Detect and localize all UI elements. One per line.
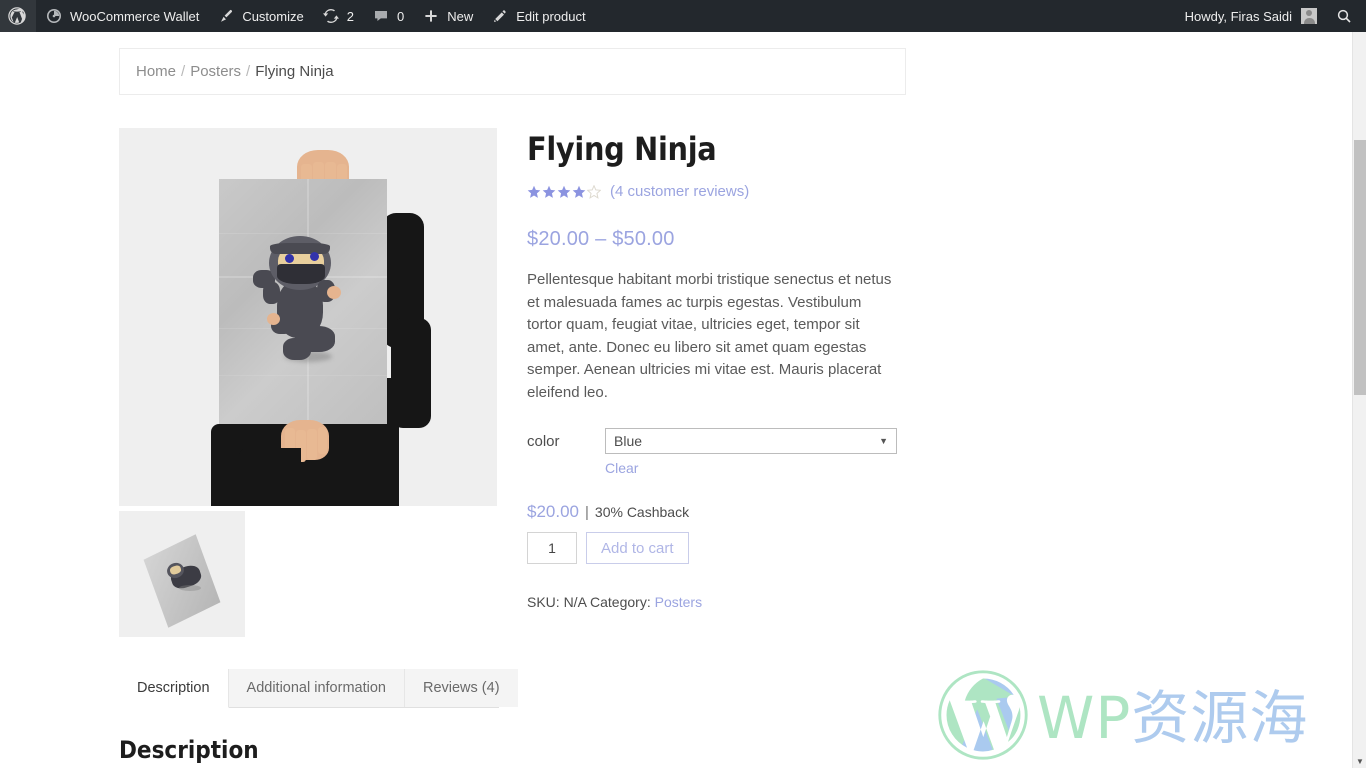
paintbrush-icon (217, 7, 235, 25)
admin-bar-item-comments[interactable]: 0 (363, 0, 413, 32)
update-arrows-icon (322, 7, 340, 25)
gauge-icon (45, 7, 63, 25)
admin-bar-label-customize: Customize (242, 8, 304, 24)
tab-additional-information[interactable]: Additional information (228, 669, 405, 707)
admin-bar-my-account[interactable]: Howdy, Firas Saidi (1176, 0, 1326, 32)
admin-bar-item-edit-product[interactable]: Edit product (482, 0, 594, 32)
product-thumbnails (119, 511, 497, 637)
wp-admin-bar: WooCommerce Wallet Customize 2 0 New Edi… (0, 0, 1366, 32)
star-filled-icon (527, 185, 541, 198)
product-gallery (119, 128, 497, 637)
admin-bar-comments-count: 0 (396, 8, 405, 24)
tab-panel-heading: Description (119, 736, 259, 764)
quantity-input[interactable] (527, 532, 577, 565)
admin-bar-updates-count: 2 (346, 8, 354, 24)
variation-label-color: color (527, 432, 560, 450)
add-to-cart-form: Add to cart (527, 532, 907, 565)
pencil-icon (491, 7, 509, 25)
variation-select-color[interactable]: Blue ▼ (605, 428, 897, 455)
search-icon (1335, 7, 1353, 25)
chevron-down-icon: ▼ (879, 436, 888, 447)
product-section: Flying Ninja (4 customer reviews) $20.00… (119, 128, 907, 637)
product-price-range: $20.00 – $50.00 (527, 228, 675, 251)
admin-bar-label-edit-product: Edit product (516, 8, 586, 24)
product-variations: color Blue ▼ Clear (527, 428, 907, 476)
wordpress-logo-icon (935, 667, 1031, 768)
admin-bar-label-woocommerce-wallet: WooCommerce Wallet (70, 8, 200, 24)
plus-icon (422, 7, 440, 25)
cashback-label: 30% Cashback (594, 504, 690, 521)
product-rating: (4 customer reviews) (527, 183, 907, 200)
watermark-text-cn: 资源海 (1131, 683, 1309, 752)
page-title: Flying Ninja (527, 130, 717, 168)
star-filled-icon (542, 185, 556, 198)
admin-bar-item-customize[interactable]: Customize (208, 0, 312, 32)
scrollbar-thumb[interactable] (1354, 140, 1366, 395)
wp-logo-menu[interactable] (0, 0, 36, 32)
breadcrumb-link-home[interactable]: Home (136, 63, 176, 80)
admin-bar-item-updates[interactable]: 2 (313, 0, 363, 32)
product-thumbnail-1[interactable] (119, 511, 245, 637)
variation-selected-value: Blue (614, 433, 643, 450)
product-summary: Flying Ninja (4 customer reviews) $20.00… (527, 128, 907, 637)
poster-photo-illustration (119, 128, 497, 506)
admin-bar-item-woocommerce-wallet[interactable]: WooCommerce Wallet (36, 0, 208, 32)
admin-bar-search-button[interactable] (1326, 0, 1362, 32)
tab-description[interactable]: Description (119, 669, 229, 708)
watermark-text-wp: WP (1037, 683, 1132, 752)
admin-bar-left-group: WooCommerce Wallet Customize 2 0 New Edi… (0, 0, 595, 32)
breadcrumb-link-posters[interactable]: Posters (190, 63, 241, 80)
breadcrumb-separator-1: / (181, 63, 186, 80)
product-category-link[interactable]: Posters (655, 594, 702, 610)
product-main-image[interactable] (119, 128, 497, 506)
customer-reviews-link[interactable]: (4 customer reviews) (610, 183, 749, 200)
star-empty-icon (587, 184, 601, 199)
product-short-description: Pellentesque habitant morbi tristique se… (527, 271, 892, 401)
variation-row-color: color Blue ▼ (527, 428, 907, 455)
vertical-scrollbar[interactable]: ▼ (1352, 32, 1366, 768)
product-sku-and-category-label: SKU: N/A Category: (527, 594, 651, 611)
comment-bubble-icon (372, 7, 390, 25)
variation-price: $20.00 (527, 502, 579, 522)
admin-bar-right-group: Howdy, Firas Saidi (1176, 0, 1366, 32)
admin-bar-label-new: New (447, 8, 474, 24)
tab-reviews[interactable]: Reviews (4) (404, 669, 518, 707)
star-filled-icon (557, 185, 571, 198)
site-watermark: WP 资源海 (935, 667, 1308, 768)
price-separator: | (585, 504, 589, 522)
admin-bar-item-new[interactable]: New (413, 0, 482, 32)
content-container: Home / Posters / Flying Ninja Flying Nin… (119, 48, 907, 764)
scrollbar-down-arrow-icon[interactable]: ▼ (1353, 754, 1366, 768)
howdy-label: Howdy, Firas Saidi (1184, 8, 1292, 24)
breadcrumb-separator-2: / (246, 63, 251, 80)
tab-panel-description: Description (119, 708, 907, 764)
star-filled-icon (572, 185, 586, 198)
page-content: Home / Posters / Flying Ninja Flying Nin… (0, 32, 1352, 768)
wordpress-logo-icon (8, 7, 26, 25)
star-rating-icons (527, 184, 601, 199)
add-to-cart-button[interactable]: Add to cart (586, 532, 689, 565)
breadcrumb-current-page: Flying Ninja (255, 63, 334, 80)
breadcrumb: Home / Posters / Flying Ninja (119, 48, 906, 95)
product-tabs-section: Description Additional information Revie… (119, 669, 907, 764)
variation-price-row: $20.00 | 30% Cashback (527, 502, 907, 522)
clear-variation-link[interactable]: Clear (605, 460, 907, 476)
product-meta: SKU: N/A Category: Posters (527, 594, 907, 610)
user-avatar-icon (1301, 8, 1317, 24)
product-tabs: Description Additional information Revie… (119, 669, 518, 708)
